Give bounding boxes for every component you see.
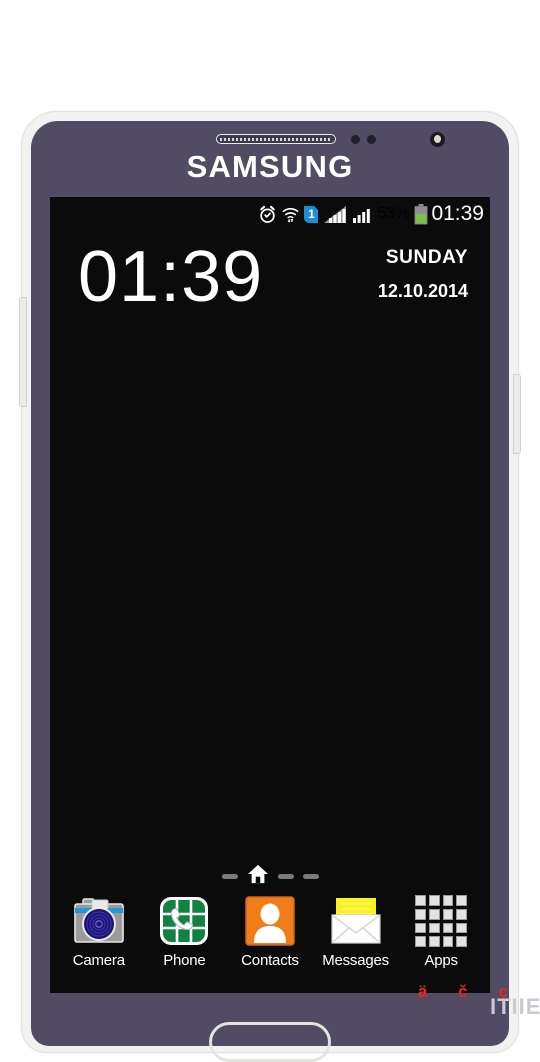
dock-item-phone[interactable]: Phone — [145, 895, 223, 969]
dock-item-contacts[interactable]: Contacts — [231, 895, 309, 969]
sim-badge-label: 1 — [304, 205, 319, 223]
clock-widget-time: 01:39 — [78, 237, 264, 317]
front-camera-icon — [430, 132, 445, 147]
clock-widget-date: 12.10.2014 — [377, 281, 468, 301]
status-bar-clock: 01:39 — [431, 202, 484, 225]
page-dot-1[interactable] — [221, 874, 238, 879]
dock-label-camera: Camera — [72, 952, 125, 969]
page-dot-3[interactable] — [277, 874, 294, 879]
home-hardware-button[interactable] — [209, 1022, 331, 1062]
battery-percent-label: 53% — [377, 205, 410, 222]
camera-icon — [73, 895, 125, 947]
earpiece-speaker-icon — [216, 134, 336, 144]
page-indicator[interactable] — [50, 864, 490, 889]
watermark: ä č ç ITIIE — [418, 982, 540, 1019]
alarm-clock-icon — [258, 205, 277, 224]
clock-widget-day: SUNDAY — [385, 247, 468, 268]
phone-screen[interactable]: 1 53% 01:39 01:39 SUNDAY 12.10.2014 Came… — [50, 197, 490, 993]
clock-widget[interactable]: 01:39 SUNDAY 12.10.2014 — [50, 237, 490, 329]
signal-bars-icon-secondary — [352, 205, 372, 224]
contacts-icon — [244, 895, 296, 947]
dock-label-messages: Messages — [322, 952, 389, 969]
signal-bars-icon-primary — [323, 205, 347, 224]
dock-item-camera[interactable]: Camera — [60, 895, 138, 969]
watermark-logo: ITIIE — [490, 994, 540, 1019]
dock-label-contacts: Contacts — [241, 952, 299, 969]
speaker-holes — [220, 138, 332, 141]
light-sensor-icon — [367, 135, 376, 144]
dock-item-apps[interactable]: Apps — [402, 895, 480, 969]
proximity-sensor-icon — [351, 135, 360, 144]
home-icon[interactable] — [247, 864, 269, 889]
messages-icon — [330, 895, 382, 947]
phone-icon — [158, 895, 210, 947]
sim-indicator: 1 — [304, 205, 319, 223]
dock: Camera Phone Contacts Messages Apps — [50, 895, 490, 987]
page-dot-4[interactable] — [302, 874, 319, 879]
dock-label-phone: Phone — [163, 952, 206, 969]
phone-device: SAMSUNG 1 53% 01:39 01:39 SUNDAY 12.10.2… — [19, 112, 521, 1062]
power-button[interactable] — [513, 374, 521, 454]
battery-icon — [414, 203, 428, 225]
dock-item-messages[interactable]: Messages — [317, 895, 395, 969]
phone-bezel: SAMSUNG 1 53% 01:39 01:39 SUNDAY 12.10.2… — [31, 121, 509, 1062]
volume-rocker-button[interactable] — [19, 297, 27, 407]
status-bar[interactable]: 1 53% 01:39 — [50, 197, 490, 231]
wifi-icon — [282, 205, 299, 224]
apps-grid-squares — [415, 895, 468, 947]
samsung-brand-logo: SAMSUNG — [186, 149, 354, 184]
dock-label-apps: Apps — [424, 952, 458, 969]
apps-grid-icon — [415, 895, 468, 947]
